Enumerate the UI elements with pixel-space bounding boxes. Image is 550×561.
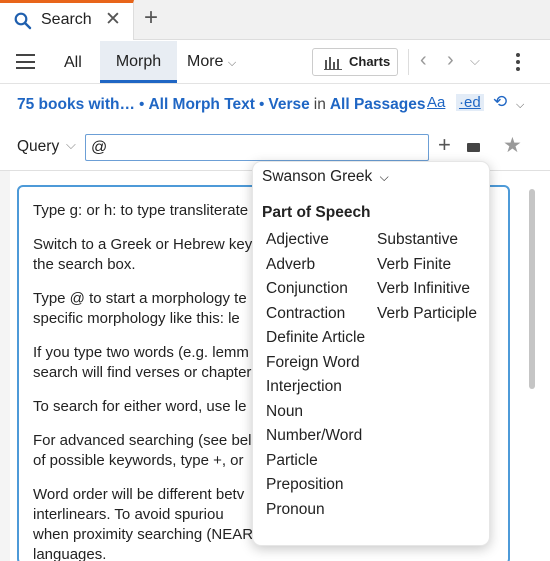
help-line: languages. — [33, 546, 107, 561]
query-label: Query — [17, 138, 60, 155]
pos-column-1: Adjective Adverb Conjunction Contraction… — [266, 228, 365, 522]
tab-label: Search — [41, 11, 92, 28]
unit-link[interactable]: Verse — [268, 96, 309, 113]
list-item[interactable]: Conjunction — [266, 277, 365, 302]
toolbar: All Morph More ⌵ Charts ‹ › ⌵ — [0, 41, 550, 84]
list-item[interactable]: Preposition — [266, 473, 365, 498]
morph-source-label: Swanson Greek — [262, 168, 373, 185]
bar-chart-icon — [324, 56, 342, 74]
list-item[interactable]: Number/Word — [266, 424, 365, 449]
more-menu[interactable]: More ⌵ — [187, 41, 236, 83]
chevron-down-icon: ⌵ — [379, 170, 389, 184]
morph-dropdown: Swanson Greek ⌵ Part of Speech Adjective… — [252, 161, 490, 546]
plus-icon[interactable]: + — [144, 4, 158, 32]
chevron-right-icon[interactable]: › — [447, 49, 454, 72]
list-item[interactable]: Particle — [266, 449, 365, 474]
tab-bar: Search ✕ + — [0, 0, 550, 40]
star-icon[interactable]: ★ — [503, 133, 522, 158]
chevron-down-icon[interactable]: ⌵ — [470, 53, 480, 69]
more-label: More — [187, 53, 224, 70]
plus-icon[interactable]: + — [438, 132, 451, 158]
charts-button[interactable]: Charts — [312, 48, 398, 76]
list-item[interactable]: Foreign Word — [266, 351, 365, 376]
list-item[interactable]: Interjection — [266, 375, 365, 400]
search-scope: 75 books with… • All Morph Text • Verse in All… — [17, 96, 426, 113]
list-item[interactable]: Adverb — [266, 253, 365, 278]
list-item[interactable]: Pronoun — [266, 498, 365, 523]
more-vertical-icon[interactable] — [516, 53, 520, 74]
books-link[interactable]: 75 books with… — [17, 96, 135, 113]
keyboard-icon[interactable] — [467, 143, 480, 152]
chevron-down-icon[interactable]: ⌵ — [516, 99, 524, 112]
text-link[interactable]: All Morph Text — [148, 96, 255, 113]
charts-label: Charts — [349, 54, 391, 69]
history-icon[interactable]: ⟲ — [493, 92, 507, 112]
tab-search[interactable]: Search ✕ — [0, 0, 134, 40]
chevron-down-icon[interactable]: ⌵ — [66, 137, 76, 153]
morph-source-selector[interactable]: Swanson Greek ⌵ — [262, 168, 389, 186]
section-heading: Part of Speech — [262, 204, 371, 221]
list-item[interactable]: Adjective — [266, 228, 365, 253]
in-label: in — [313, 96, 326, 113]
left-strip — [0, 171, 10, 561]
tab-morph[interactable]: Morph — [100, 41, 177, 83]
passages-link[interactable]: All Passages — [330, 96, 426, 113]
divider — [408, 49, 409, 75]
font-size-icon[interactable]: Aa — [427, 94, 445, 111]
list-item[interactable]: Noun — [266, 400, 365, 425]
list-item[interactable]: Verb Infinitive — [377, 277, 477, 302]
pos-column-2: Substantive Verb Finite Verb Infinitive … — [377, 228, 477, 326]
scrollbar[interactable] — [529, 189, 535, 389]
list-item[interactable]: Substantive — [377, 228, 477, 253]
tab-all[interactable]: All — [64, 41, 82, 83]
close-icon[interactable]: ✕ — [105, 8, 121, 31]
query-input[interactable] — [85, 134, 429, 161]
search-icon — [14, 12, 32, 34]
list-item[interactable]: Verb Participle — [377, 302, 477, 327]
chevron-left-icon[interactable]: ‹ — [420, 49, 427, 72]
list-item[interactable]: Verb Finite — [377, 253, 477, 278]
list-item[interactable]: Contraction — [266, 302, 365, 327]
edit-icon[interactable]: ·ed — [456, 94, 484, 111]
list-item[interactable]: Definite Article — [266, 326, 365, 351]
chevron-down-icon: ⌵ — [227, 57, 237, 69]
menu-icon[interactable] — [16, 54, 35, 69]
